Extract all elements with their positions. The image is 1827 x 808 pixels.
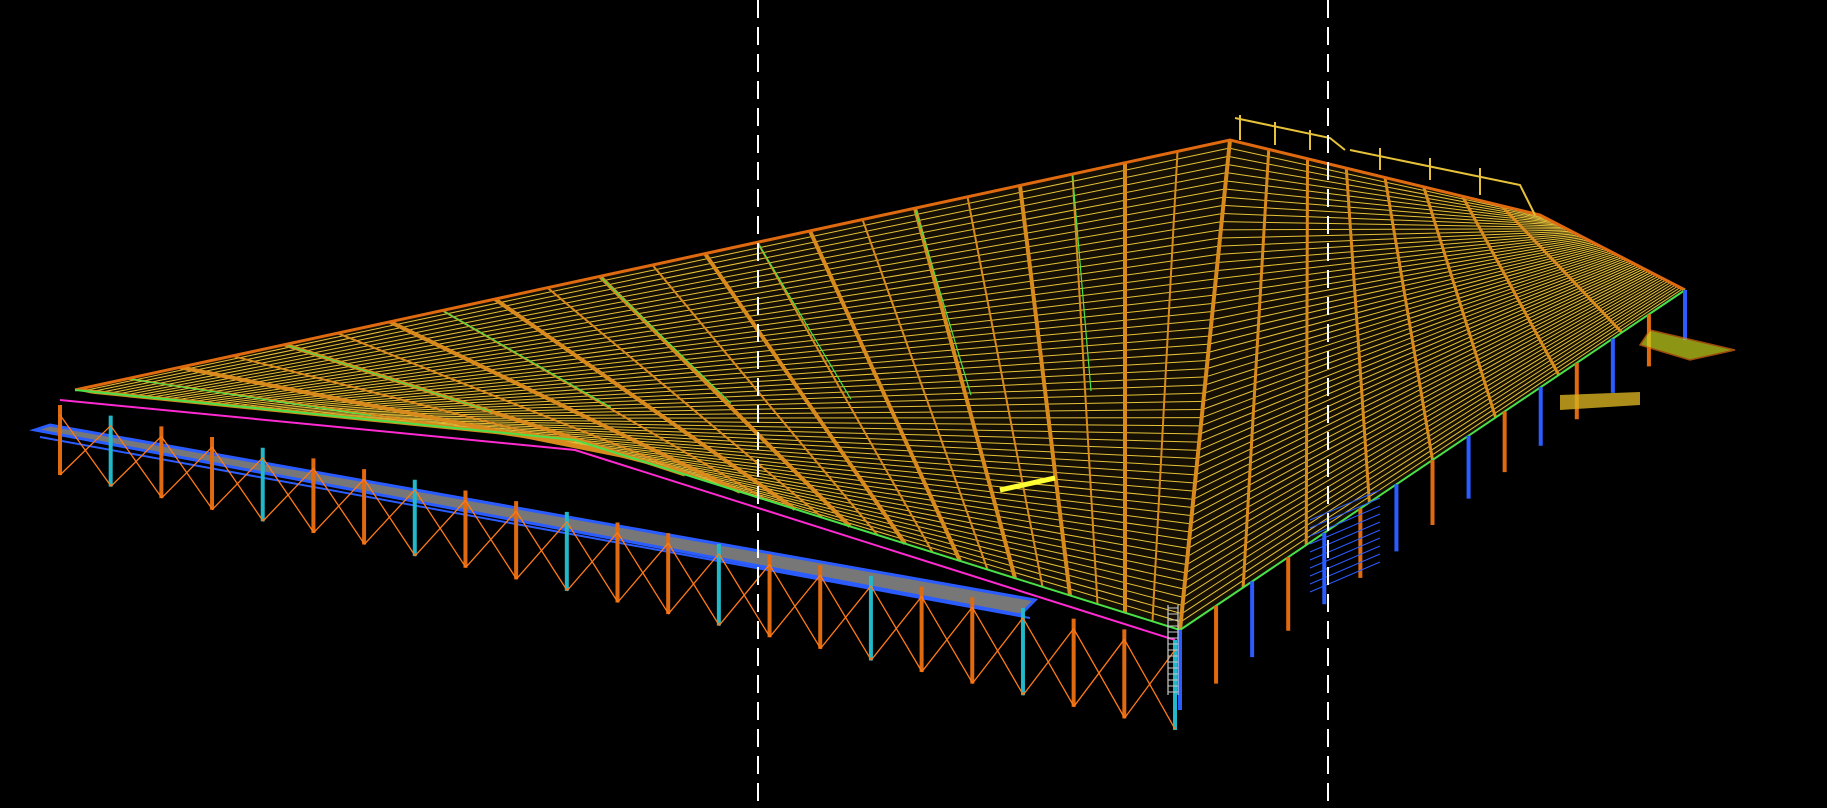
model-viewport[interactable] <box>0 0 1827 808</box>
front-brace <box>819 585 872 650</box>
wall-girt <box>1309 537 1381 569</box>
front-brace <box>414 500 466 557</box>
wall-girt <box>1309 553 1381 585</box>
front-brace <box>1073 638 1125 708</box>
front-brace <box>617 542 669 603</box>
structure-wireframe[interactable] <box>0 0 1827 808</box>
roof-rafter <box>1304 158 1309 546</box>
front-brace <box>515 521 568 580</box>
annex-roof <box>1638 329 1736 361</box>
wall-girt <box>1309 545 1381 577</box>
front-brace <box>921 606 973 673</box>
wall-girt <box>1309 561 1381 593</box>
front-brace <box>667 553 720 615</box>
front-brace <box>718 564 771 627</box>
front-brace <box>769 574 821 638</box>
annex-platform <box>1560 392 1640 410</box>
front-brace <box>1123 649 1176 719</box>
front-brace <box>971 617 1024 685</box>
front-brace <box>870 596 923 661</box>
front-brace <box>1022 628 1075 696</box>
front-brace <box>566 532 618 592</box>
